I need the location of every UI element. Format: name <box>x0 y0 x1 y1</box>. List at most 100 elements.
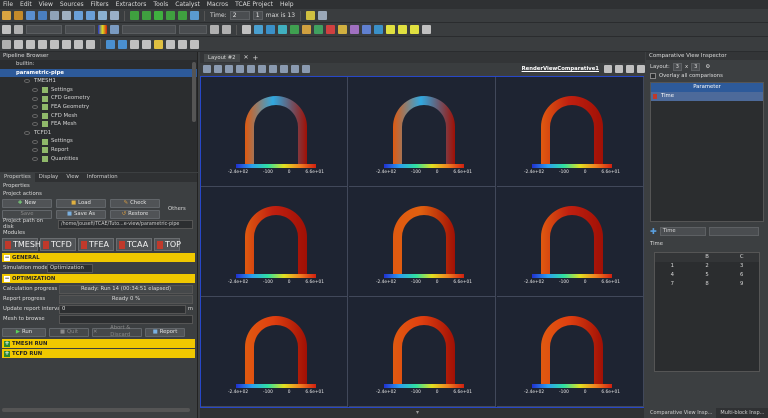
comparison-cell[interactable]: -2.4e+02 -100 0 6.6e+01 <box>349 297 496 407</box>
visibility-eye-icon[interactable] <box>32 113 38 118</box>
comparative-render-view[interactable]: -2.4e+02 -100 0 6.6e+01 -2.4e+02 -100 0 6.6e+01… <box>200 76 644 408</box>
component-select[interactable] <box>65 25 95 34</box>
update-interval-input[interactable]: 0 <box>59 304 186 314</box>
simulation-mode-select[interactable]: Optimization <box>47 263 93 273</box>
close-tab-icon[interactable]: ✕ <box>244 54 249 61</box>
module-tmesh[interactable]: TMESH <box>2 238 41 251</box>
annotation-icon[interactable] <box>302 65 310 73</box>
pipeline-item[interactable]: Report <box>0 146 197 155</box>
close-view-icon[interactable] <box>637 65 645 73</box>
table-cell[interactable]: 7 <box>655 280 690 289</box>
table-cell[interactable]: 4 <box>655 271 690 280</box>
pipeline-item[interactable]: FEA Mesh <box>0 120 197 129</box>
maximize-icon[interactable] <box>225 65 233 73</box>
orientation-axes-icon[interactable] <box>269 65 277 73</box>
split-vertical-icon[interactable] <box>214 65 222 73</box>
visibility-eye-icon[interactable] <box>32 148 38 153</box>
menu-sources[interactable]: Sources <box>60 1 84 8</box>
more-icon[interactable]: ⚙ <box>705 64 710 70</box>
overlay-checkbox[interactable] <box>650 72 656 79</box>
shrink-selection-icon[interactable] <box>190 39 199 49</box>
parameter-select[interactable]: Time <box>659 226 706 236</box>
tab-properties[interactable]: Properties <box>0 173 35 182</box>
parameter-row-time[interactable]: Time <box>651 92 763 101</box>
stream-tracer-icon[interactable] <box>326 25 335 34</box>
light-icon[interactable] <box>280 65 288 73</box>
next-frame-icon[interactable] <box>166 11 175 20</box>
edit-selection-icon[interactable] <box>154 39 163 49</box>
add-tab-icon[interactable]: + <box>253 54 259 62</box>
source-select[interactable] <box>708 226 759 236</box>
visibility-eye-icon[interactable] <box>32 88 38 93</box>
tab-display[interactable]: Display <box>35 173 63 182</box>
set-view-neg-x-icon[interactable] <box>26 39 35 49</box>
representation-select[interactable] <box>122 25 176 34</box>
visibility-eye-icon[interactable] <box>32 156 38 161</box>
set-view-z-icon[interactable] <box>62 39 71 49</box>
visualize-icon[interactable] <box>210 25 219 34</box>
comparison-cell[interactable]: -2.4e+02 -100 0 6.6e+01 <box>497 77 644 187</box>
resize-handle-icon[interactable]: ▾ <box>416 409 419 416</box>
table-cell[interactable]: 1 <box>655 262 690 271</box>
table-cell[interactable]: 9 <box>724 280 759 289</box>
camera-redo-icon[interactable] <box>258 65 266 73</box>
pipeline-item[interactable]: FEA Geometry <box>0 103 197 112</box>
rescale-range-icon[interactable] <box>110 25 119 34</box>
visibility-eye-icon[interactable] <box>32 96 38 101</box>
set-view-x-icon[interactable] <box>14 39 23 49</box>
rotate-90-icon[interactable] <box>86 39 95 49</box>
ruler-icon[interactable] <box>291 65 299 73</box>
maximize-view-icon[interactable] <box>626 65 634 73</box>
tcfd-run-section[interactable]: + TCFD RUN <box>2 349 195 358</box>
pipeline-item[interactable]: parametric-pipe <box>0 68 197 78</box>
pipeline-item[interactable]: builtin: <box>0 60 197 69</box>
loop-icon[interactable] <box>190 11 199 20</box>
menu-macros[interactable]: Macros <box>207 1 228 8</box>
save-as-button[interactable]: ■ Save As <box>56 209 106 219</box>
rescale-icon[interactable] <box>14 25 23 34</box>
select-cells-icon[interactable] <box>106 39 115 49</box>
menu-edit[interactable]: Edit <box>20 1 32 8</box>
slice-filter-icon[interactable] <box>278 25 287 34</box>
save-state-icon[interactable] <box>38 11 47 20</box>
calculator-icon[interactable] <box>318 11 328 20</box>
reset-camera-icon[interactable] <box>98 11 107 20</box>
extract-subset-icon[interactable] <box>302 25 311 34</box>
group-filter-icon[interactable] <box>350 25 359 34</box>
menu-extractors[interactable]: Extractors <box>116 1 147 8</box>
save-data-icon[interactable] <box>26 11 35 20</box>
time-step-spinbox[interactable]: 1 <box>252 11 263 20</box>
properties-hscrollbar[interactable] <box>2 408 190 412</box>
rotate-axis-icon[interactable] <box>398 25 407 34</box>
check-button[interactable]: ✎ Check <box>110 198 160 208</box>
disconnect-icon[interactable] <box>62 11 71 20</box>
split-icon[interactable] <box>604 65 612 73</box>
clear-selection-icon[interactable] <box>166 39 175 49</box>
warp-filter-icon[interactable] <box>338 25 347 34</box>
menu-view[interactable]: View <box>39 1 53 8</box>
table-cell[interactable]: 2 <box>690 262 725 271</box>
set-view-neg-y-icon[interactable] <box>50 39 59 49</box>
module-tfea[interactable]: TFEA <box>78 238 114 251</box>
sync-icon[interactable] <box>410 25 419 34</box>
contour-filter-icon[interactable] <box>254 25 263 34</box>
open-icon[interactable] <box>2 11 11 20</box>
set-view-neg-z-icon[interactable] <box>74 39 83 49</box>
comparison-cell[interactable]: -2.4e+02 -100 0 6.6e+01 <box>497 187 644 297</box>
mesh-browse-select[interactable] <box>59 314 193 324</box>
table-row[interactable]: 1 2 3 <box>655 262 759 271</box>
tab-layout-2[interactable]: Layout #2 <box>204 53 240 62</box>
previous-frame-icon[interactable] <box>142 11 151 20</box>
pipeline-item[interactable]: Settings <box>0 86 197 95</box>
optimization-section-header[interactable]: − OPTIMIZATION <box>2 274 195 283</box>
comparison-cell[interactable]: -2.4e+02 -100 0 6.6e+01 <box>201 187 348 297</box>
first-frame-icon[interactable] <box>130 11 139 20</box>
pipeline-scrollbar[interactable] <box>192 62 196 122</box>
project-path-field[interactable]: /home/jousefi/TCAE/Tuto...e-view/paramet… <box>58 219 193 229</box>
visibility-eye-icon[interactable] <box>32 105 38 110</box>
module-top[interactable]: TOP <box>154 238 181 251</box>
run-button[interactable]: ▶ Run <box>2 327 46 337</box>
split-horizontal-icon[interactable] <box>203 65 211 73</box>
pipeline-item[interactable]: CFD Geometry <box>0 94 197 103</box>
glyph-filter-icon[interactable] <box>314 25 323 34</box>
